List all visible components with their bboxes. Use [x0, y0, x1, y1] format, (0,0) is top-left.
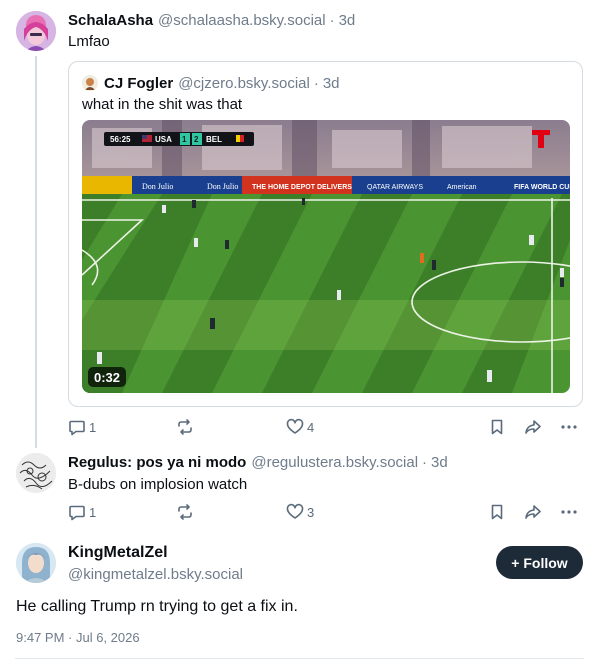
more-icon: [561, 425, 577, 429]
video-frame: Don Julio Don Julio THE HOME DEPOT DELIV…: [82, 120, 570, 393]
scoreboard-team2: BEL: [206, 135, 222, 144]
follow-label: + Follow: [511, 554, 568, 571]
more-icon: [561, 510, 577, 514]
handle[interactable]: @regulustera.bsky.social: [251, 454, 418, 471]
post1-header: SchalaAsha @schalaasha.bsky.social · 3d: [68, 11, 355, 29]
repost-button[interactable]: [176, 418, 194, 436]
bookmark-icon: [491, 419, 503, 435]
heart-icon: [286, 503, 304, 519]
like-button[interactable]: 4: [286, 418, 314, 436]
follow-button[interactable]: + Follow: [496, 546, 583, 579]
post-time: 3d: [322, 74, 340, 92]
display-name[interactable]: SchalaAsha: [68, 12, 153, 29]
like-count: 4: [307, 419, 315, 435]
display-name[interactable]: Regulus: pos ya ni modo: [68, 454, 246, 471]
avatar-art: [16, 543, 56, 583]
reply-icon: [69, 505, 85, 521]
reply-button[interactable]: 1: [68, 418, 96, 436]
reply-count: 1: [89, 419, 97, 435]
scoreboard-clock: 56:25: [110, 135, 131, 144]
ad-board-6: FIFA WORLD CUP: [514, 184, 570, 191]
more-options-button[interactable]: [559, 418, 579, 436]
post2-header: Regulus: pos ya ni modo @regulustera.bsk…: [68, 453, 448, 471]
share-button[interactable]: [524, 503, 542, 521]
video-duration-badge: 0:32: [88, 367, 127, 387]
share-icon: [525, 505, 541, 519]
avatar-cjfogler: [82, 75, 98, 91]
share-button[interactable]: [524, 418, 542, 436]
scoreboard: 56:25 USA 1 2 BEL: [104, 132, 254, 146]
avatar-art: [82, 75, 98, 91]
avatar-schalaasha[interactable]: [16, 11, 56, 51]
separator: ·: [422, 453, 428, 471]
ad-board-3: THE HOME DEPOT DELIVERS: [252, 184, 352, 191]
avatar-art: [16, 453, 56, 493]
scoreboard-score1: 1: [182, 135, 187, 144]
post-timestamp[interactable]: 9:47 PM · Jul 6, 2026: [16, 630, 140, 645]
avatar-art: [16, 11, 56, 51]
ad-board-1: Don Julio: [142, 182, 173, 191]
display-name: CJ Fogler: [104, 74, 174, 92]
avatar-regulus[interactable]: [16, 453, 56, 493]
ad-board-4: QATAR AIRWAYS: [367, 184, 423, 191]
scoreboard-score2: 2: [194, 135, 199, 144]
avatar-kingmetalzel[interactable]: [16, 543, 56, 583]
heart-icon: [286, 418, 304, 434]
bookmark-button[interactable]: [488, 503, 506, 521]
like-count: 3: [307, 504, 315, 520]
more-options-button[interactable]: [559, 503, 579, 521]
post-time[interactable]: 3d: [431, 454, 448, 471]
main-post-text: He calling Trump rn trying to get a fix …: [16, 598, 298, 615]
video-player[interactable]: Don Julio Don Julio THE HOME DEPOT DELIV…: [82, 120, 570, 393]
separator: ·: [313, 74, 319, 92]
repost-icon: [178, 419, 192, 435]
video-duration: 0:32: [94, 369, 121, 385]
share-icon: [525, 420, 541, 434]
repost-button[interactable]: [176, 503, 194, 521]
bookmark-icon: [491, 504, 503, 520]
thread-line: [35, 56, 37, 448]
handle: @cjzero.bsky.social: [178, 74, 310, 92]
reply-icon: [69, 420, 85, 436]
divider: [15, 658, 584, 659]
post-text: Lmfao: [68, 33, 110, 50]
bookmark-button[interactable]: [488, 418, 506, 436]
quote-text: what in the shit was that: [82, 96, 243, 113]
display-name[interactable]: KingMetalZel: [68, 544, 168, 562]
handle[interactable]: @kingmetalzel.bsky.social: [68, 566, 243, 583]
scoreboard-team1: USA: [155, 135, 172, 144]
quote-header: CJ Fogler @cjzero.bsky.social · 3d: [104, 74, 340, 92]
post-time[interactable]: 3d: [339, 12, 356, 29]
like-button[interactable]: 3: [286, 503, 314, 521]
separator: ·: [329, 11, 335, 29]
post-text: B-dubs on implosion watch: [68, 476, 248, 493]
ad-board-2: Don Julio: [207, 182, 238, 191]
handle[interactable]: @schalaasha.bsky.social: [158, 12, 326, 29]
reply-count: 1: [89, 504, 97, 520]
repost-icon: [178, 504, 192, 520]
ad-board-5: American: [447, 184, 477, 191]
reply-button[interactable]: 1: [68, 503, 96, 521]
